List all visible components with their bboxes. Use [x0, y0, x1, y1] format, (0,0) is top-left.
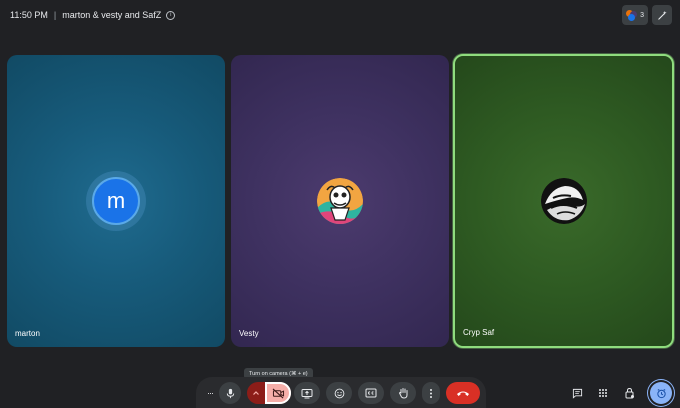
captions-button[interactable]: [358, 382, 384, 404]
emoji-reactions-button[interactable]: [326, 382, 352, 404]
chat-button[interactable]: [566, 382, 588, 404]
more-options-icon: ···: [207, 388, 214, 398]
apps-icon: [599, 389, 607, 397]
chevron-up-icon: [253, 391, 259, 395]
participant-name: marton: [15, 329, 40, 338]
end-call-icon: [457, 391, 469, 396]
participant-name: Cryp Saf: [463, 328, 495, 337]
host-controls-icon: [625, 387, 634, 399]
camera-off-icon: [272, 388, 284, 398]
info-icon[interactable]: i: [166, 10, 176, 20]
raise-hand-icon: [398, 388, 407, 399]
chat-icon: [572, 388, 582, 399]
activities-button[interactable]: [650, 382, 672, 404]
camera-options-button[interactable]: [247, 382, 265, 404]
leave-call-button[interactable]: [446, 382, 480, 404]
effects-icon: [657, 10, 667, 20]
speaking-halo: m: [86, 171, 146, 231]
participant-count: 3: [640, 11, 644, 19]
avatar: [540, 178, 587, 224]
microphone-button[interactable]: [219, 382, 241, 404]
avatar: m: [92, 177, 140, 225]
side-panel-controls: [566, 382, 672, 404]
participant-name: Vesty: [239, 329, 259, 338]
more-actions-button[interactable]: [422, 382, 440, 404]
emoji-icon: [334, 388, 344, 398]
meeting-info: 11:50 PM | marton & vesty and SafZ i: [10, 10, 176, 20]
top-bar: 11:50 PM | marton & vesty and SafZ i 3: [0, 0, 680, 30]
host-controls-button[interactable]: [618, 382, 640, 404]
activities-apps-button[interactable]: [592, 382, 614, 404]
people-button[interactable]: 3: [622, 5, 648, 25]
participant-tile-vesty[interactable]: Vesty: [231, 55, 449, 347]
effects-button[interactable]: [652, 5, 672, 25]
activities-icon: [656, 388, 666, 398]
avatar: [317, 178, 363, 224]
captions-icon: [365, 388, 377, 398]
top-right-controls: 3: [622, 5, 672, 25]
participant-tile-marton[interactable]: m marton: [7, 55, 225, 347]
raise-hand-button[interactable]: [390, 382, 416, 404]
separator: |: [53, 10, 57, 20]
more-options-button[interactable]: ···: [200, 382, 220, 404]
more-vert-icon: [430, 388, 432, 398]
present-screen-icon: [301, 388, 313, 398]
people-icon: [626, 9, 637, 21]
present-screen-button[interactable]: [294, 382, 320, 404]
participant-tile-cryp-saf[interactable]: Cryp Saf: [453, 54, 674, 348]
meeting-title: marton & vesty and SafZ: [62, 10, 162, 20]
camera-toggle-button[interactable]: [265, 382, 291, 404]
microphone-icon: [226, 388, 234, 398]
clock-time: 11:50 PM: [10, 10, 48, 20]
